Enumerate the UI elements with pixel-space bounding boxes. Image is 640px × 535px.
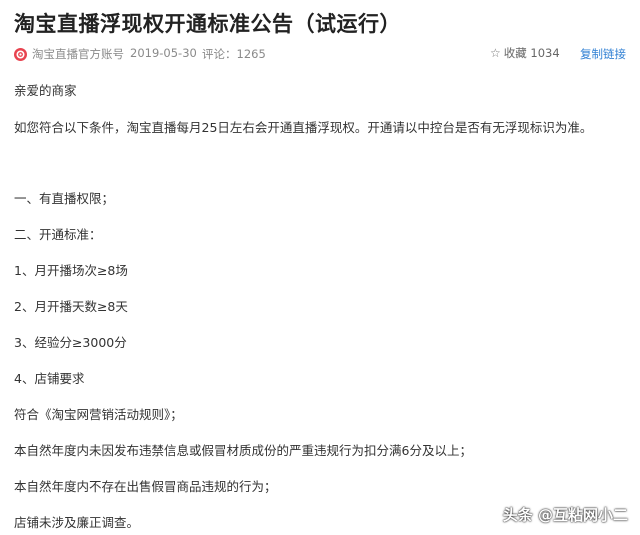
- requirement-heading-1: 一、有直播权限；: [14, 191, 115, 206]
- greeting-paragraph: 亲爱的商家: [14, 83, 77, 98]
- copy-link-button[interactable]: 复制链接: [580, 46, 626, 62]
- store-rule-4: 店铺未涉及廉正调查。: [14, 515, 140, 530]
- criteria-item-2: 2、月开播天数≥8天: [14, 299, 128, 314]
- article-meta: 淘宝直播官方账号 2019-05-30 评论：1265 ☆ 收藏 1034 复制链…: [14, 45, 626, 63]
- star-outline-icon: ☆: [490, 46, 501, 60]
- criteria-item-4: 4、店铺要求: [14, 371, 85, 386]
- store-rule-3: 本自然年度内不存在出售假冒商品违规的行为；: [14, 479, 277, 494]
- intro-paragraph: 如您符合以下条件，淘宝直播每月25日左右会开通直播浮现权。开通请以中控台是否有无…: [14, 120, 593, 135]
- publish-date: 2019-05-30: [130, 46, 197, 60]
- requirement-heading-2: 二、开通标准：: [14, 227, 102, 242]
- watermark: 头条 @互粘网小二: [502, 506, 628, 524]
- favorite-button[interactable]: ☆ 收藏 1034: [490, 45, 560, 61]
- criteria-item-3: 3、经验分≥3000分: [14, 335, 127, 350]
- favorite-label: 收藏 1034: [503, 46, 560, 60]
- article-title: 淘宝直播浮现权开通标准公告（试运行）: [14, 12, 401, 36]
- store-rule-1: 符合《淘宝网营销活动规则》；: [14, 407, 183, 422]
- comment-count: 评论：1265: [202, 47, 266, 61]
- article-page: 淘宝直播浮现权开通标准公告（试运行） 淘宝直播官方账号 2019-05-30 评…: [0, 0, 640, 535]
- criteria-item-1: 1、月开播场次≥8场: [14, 263, 128, 278]
- author-account[interactable]: 淘宝直播官方账号: [32, 46, 124, 62]
- store-rule-2: 本自然年度内未因发布违禁信息或假冒材质成份的严重违规行为扣分满6分及以上；: [14, 443, 472, 458]
- taobao-live-logo-icon: [14, 48, 27, 61]
